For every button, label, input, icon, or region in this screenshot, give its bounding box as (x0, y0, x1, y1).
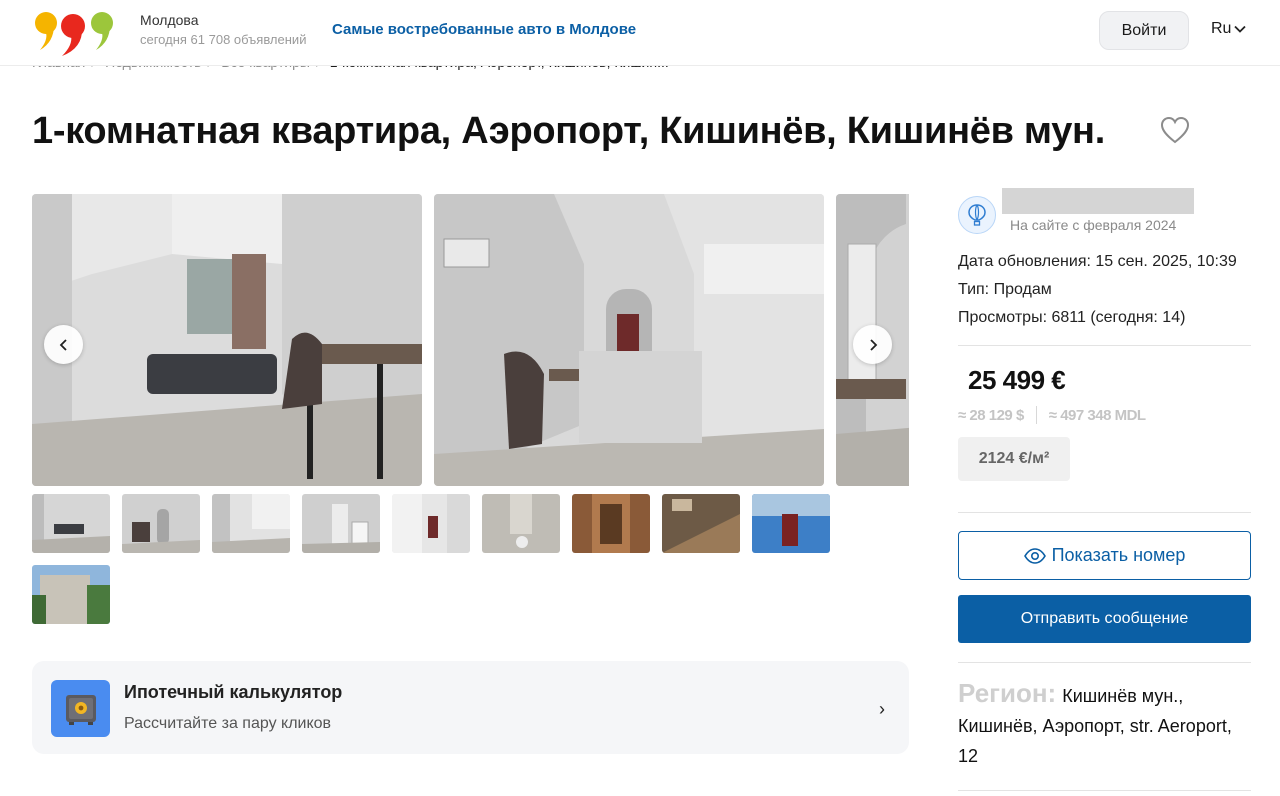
thumbnail[interactable] (662, 494, 740, 553)
gallery-next-button[interactable] (853, 325, 892, 364)
alt-prices: ≈ 28 129 $ ≈ 497 348 MDL (958, 406, 1146, 424)
region-info: Регион: Кишинёв мун., Кишинёв, Аэропорт, … (958, 678, 1251, 771)
divider (958, 345, 1251, 346)
price-usd: ≈ 28 129 $ (958, 406, 1024, 424)
thumbnail[interactable] (32, 494, 110, 553)
gallery-photo-2[interactable] (434, 194, 824, 486)
site-header: Молдова сегодня 61 708 объявлений Самые … (0, 0, 1280, 66)
region-label: Регион: (958, 678, 1057, 708)
site-logo[interactable] (32, 6, 118, 58)
mortgage-subtitle: Рассчитайте за пару кликов (124, 715, 332, 732)
update-date: Дата обновления: 15 сен. 2025, 10:39 (958, 253, 1237, 270)
price-mdl: ≈ 497 348 MDL (1048, 406, 1146, 424)
thumbnail[interactable] (752, 494, 830, 553)
chevron-left-icon (59, 338, 67, 351)
price-per-sqm: 2124 €/м² (958, 437, 1070, 481)
thumbnail[interactable] (212, 494, 290, 553)
views-count: Просмотры: 6811 (сегодня: 14) (958, 309, 1186, 326)
thumbnail[interactable] (32, 565, 110, 624)
gallery-prev-button[interactable] (44, 325, 83, 364)
seller-name-redacted[interactable] (1002, 188, 1194, 214)
thumbnail[interactable] (482, 494, 560, 553)
language-selector[interactable]: Ru (1211, 20, 1247, 38)
seller-since: На сайте с февраля 2024 (1010, 217, 1177, 233)
thumbnail[interactable] (572, 494, 650, 553)
thumbnail[interactable] (122, 494, 200, 553)
eye-icon (1023, 547, 1046, 564)
safe-icon (51, 680, 110, 737)
listing-type: Тип: Продам (958, 281, 1052, 298)
mortgage-title: Ипотечный калькулятор (124, 682, 343, 702)
thumbnail[interactable] (392, 494, 470, 553)
thumbnail[interactable] (302, 494, 380, 553)
chevron-down-icon (1234, 25, 1247, 33)
divider (958, 512, 1251, 513)
login-button[interactable]: Войти (1099, 11, 1189, 50)
chevron-right-icon: › (879, 699, 885, 719)
listings-count: сегодня 61 708 объявлений (140, 32, 307, 47)
heart-icon[interactable] (1160, 116, 1190, 144)
show-phone-label: Показать номер (1051, 545, 1186, 565)
divider (958, 662, 1251, 663)
mortgage-calculator-card[interactable]: Ипотечный калькулятор Рассчитайте за пар… (32, 661, 909, 754)
chevron-right-icon (869, 338, 877, 351)
divider (958, 790, 1251, 791)
page-title: 1-комнатная квартира, Аэропорт, Кишинёв,… (32, 110, 1105, 152)
photo-gallery (32, 194, 909, 486)
region-name: Молдова (140, 12, 199, 28)
balloon-icon[interactable] (958, 196, 996, 234)
gallery-photo-1[interactable] (32, 194, 422, 486)
show-phone-button[interactable]: Показать номер (958, 531, 1251, 580)
region-selector[interactable]: Молдова сегодня 61 708 объявлений (140, 12, 306, 47)
send-message-button[interactable]: Отправить сообщение (958, 595, 1251, 643)
language-label: Ru (1211, 20, 1232, 37)
promo-link[interactable]: Самые востребованные авто в Молдове (332, 21, 636, 38)
price-main: 25 499 € (968, 365, 1066, 395)
